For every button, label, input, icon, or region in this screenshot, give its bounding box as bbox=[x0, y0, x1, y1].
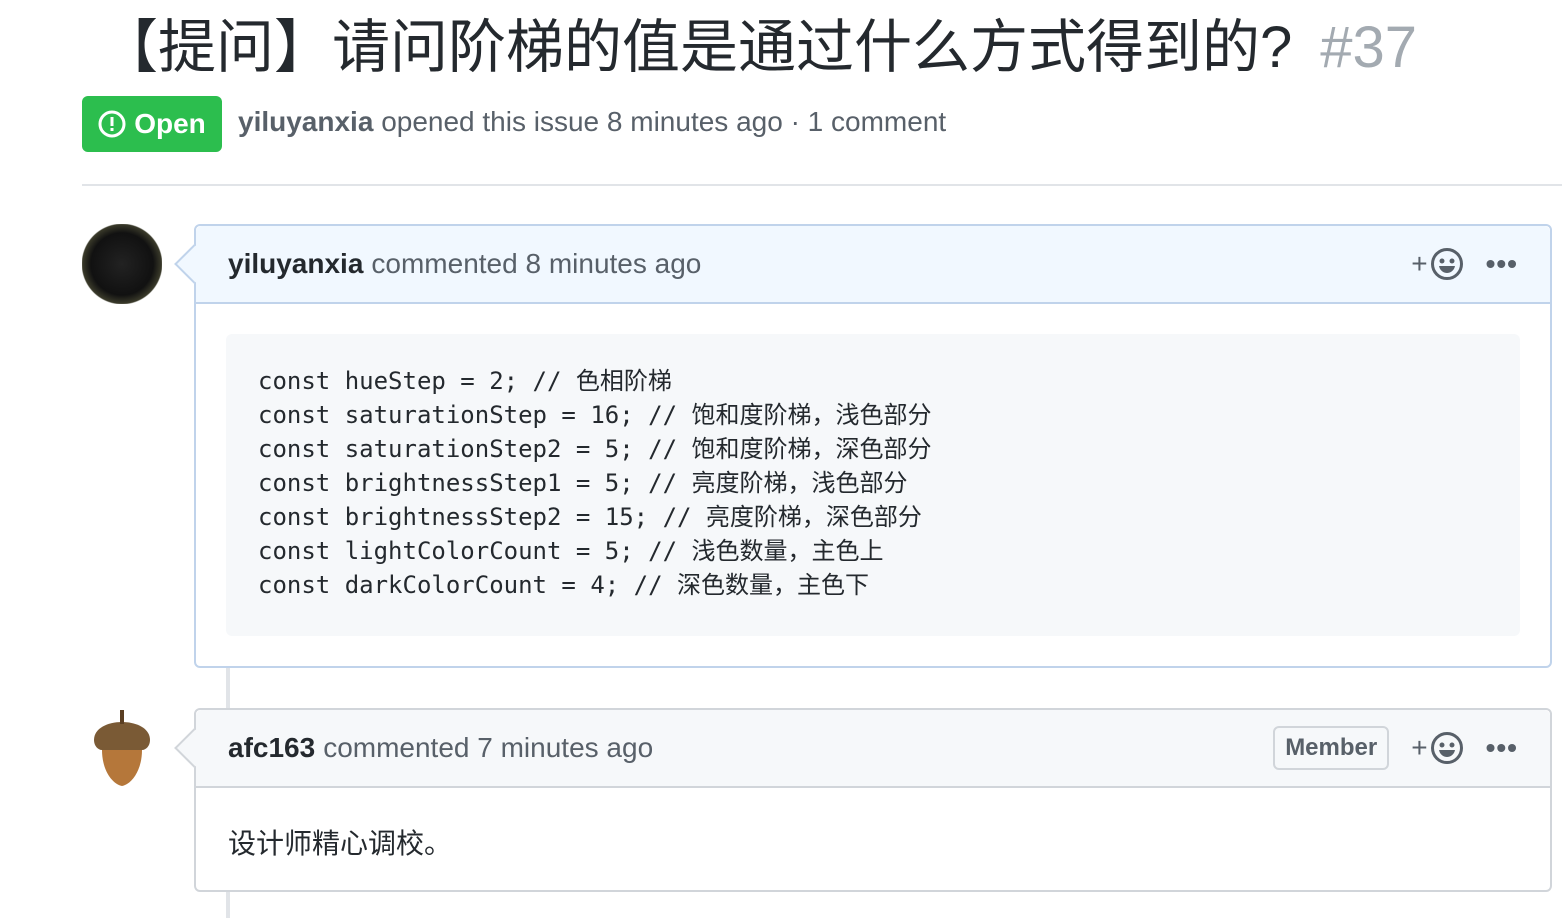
comment-arrow bbox=[174, 244, 214, 284]
member-badge: Member bbox=[1273, 726, 1390, 770]
add-reaction-button[interactable]: + bbox=[1411, 247, 1463, 281]
more-options-button[interactable]: ••• bbox=[1486, 248, 1518, 280]
state-label: Open bbox=[134, 108, 206, 139]
issue-number: #37 bbox=[1320, 15, 1418, 80]
code-line: const hueStep = 2; // 色相阶梯 bbox=[258, 367, 672, 395]
issue-title-text: 【提问】请问阶梯的值是通过什么方式得到的? bbox=[100, 15, 1293, 80]
code-line: const brightnessStep1 = 5; // 亮度阶梯，浅色部分 bbox=[258, 469, 908, 497]
comment-header: afc163 commented 7 minutes ago Member + … bbox=[174, 710, 1550, 788]
divider bbox=[82, 184, 1562, 186]
plus-label: + bbox=[1411, 732, 1428, 763]
code-block: const hueStep = 2; // 色相阶梯 const saturati… bbox=[226, 334, 1520, 636]
acorn-icon bbox=[94, 710, 150, 786]
comment-header: yiluyanxia commented 8 minutes ago + ••• bbox=[174, 226, 1550, 304]
issue-meta-text: opened this issue 8 minutes ago · 1 comm… bbox=[381, 106, 947, 137]
comment: afc163 commented 7 minutes ago Member + … bbox=[174, 708, 1552, 892]
issue-title: 【提问】请问阶梯的值是通过什么方式得到的? #37 bbox=[100, 10, 1417, 86]
add-reaction-button[interactable]: + bbox=[1411, 731, 1463, 765]
issue-meta: yiluyanxia opened this issue 8 minutes a… bbox=[238, 106, 946, 138]
comment-author-link[interactable]: yiluyanxia bbox=[228, 248, 363, 280]
smiley-icon bbox=[1430, 732, 1463, 764]
comment-body: 设计师精心调校。 bbox=[228, 828, 453, 859]
code-line: const saturationStep2 = 5; // 饱和度阶梯，深色部分 bbox=[258, 435, 932, 463]
plus-label: + bbox=[1411, 248, 1428, 279]
issue-author-link[interactable]: yiluyanxia bbox=[238, 106, 373, 137]
comment-timestamp[interactable]: commented 8 minutes ago bbox=[371, 248, 701, 280]
comment: yiluyanxia commented 8 minutes ago + •••… bbox=[174, 224, 1552, 668]
comment-timestamp[interactable]: commented 7 minutes ago bbox=[323, 732, 653, 764]
timeline-line bbox=[226, 668, 230, 708]
comment-author-link[interactable]: afc163 bbox=[228, 732, 315, 764]
code-line: const darkColorCount = 4; // 深色数量，主色下 bbox=[258, 571, 870, 599]
code-line: const brightnessStep2 = 15; // 亮度阶梯，深色部分 bbox=[258, 503, 922, 531]
issue-opened-icon bbox=[98, 110, 126, 138]
avatar-yiluyanxia[interactable] bbox=[82, 224, 162, 304]
issue-state-badge: Open bbox=[82, 96, 222, 152]
avatar-afc163[interactable] bbox=[82, 708, 162, 788]
code-line: const lightColorCount = 5; // 浅色数量，主色上 bbox=[258, 537, 884, 565]
comment-arrow bbox=[174, 728, 214, 768]
code-line: const saturationStep = 16; // 饱和度阶梯，浅色部分 bbox=[258, 401, 932, 429]
more-options-button[interactable]: ••• bbox=[1486, 732, 1518, 764]
smiley-icon bbox=[1430, 248, 1463, 280]
